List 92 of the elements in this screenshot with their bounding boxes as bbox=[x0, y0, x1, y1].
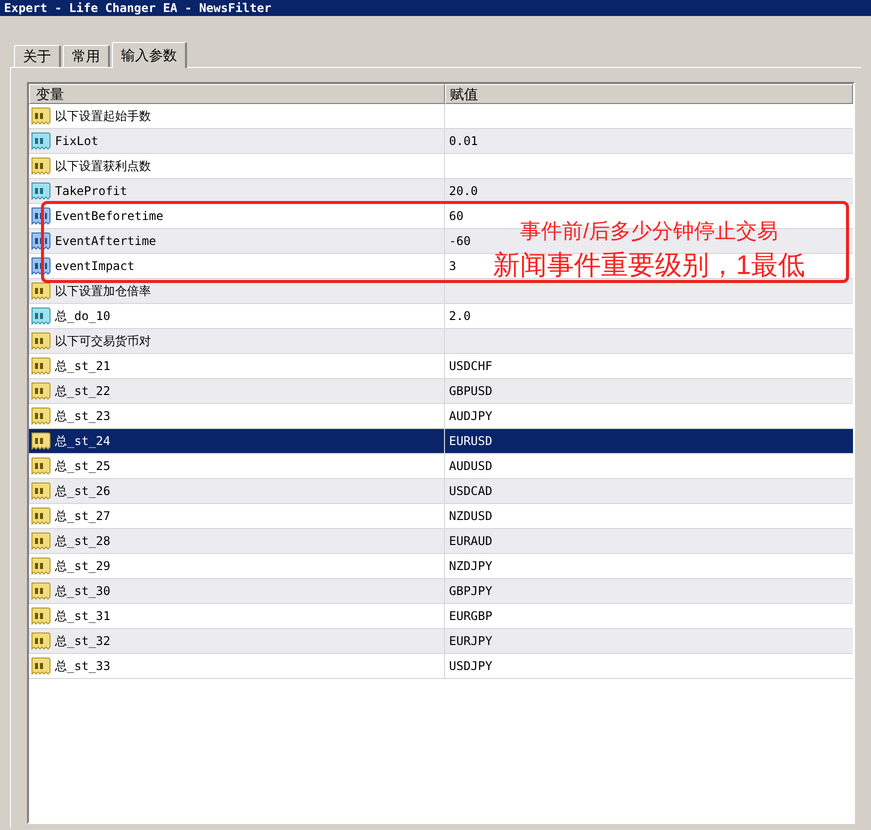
variable-name: FixLot bbox=[55, 133, 98, 150]
text-type-icon bbox=[31, 557, 51, 575]
variable-name: 以下设置获利点数 bbox=[55, 158, 151, 175]
column-header[interactable]: 变量 bbox=[29, 84, 445, 104]
parameter-name-cell[interactable]: EventBeforetime bbox=[29, 204, 445, 228]
variable-name: TakeProfit bbox=[55, 183, 128, 200]
parameter-name-cell[interactable]: 总_st_28 bbox=[29, 529, 445, 553]
parameter-name-cell[interactable]: 总_st_32 bbox=[29, 629, 445, 653]
parameter-value: 60 bbox=[449, 208, 464, 225]
parameter-value: NZDUSD bbox=[449, 508, 492, 525]
parameter-name-cell[interactable]: 总_st_21 bbox=[29, 354, 445, 378]
parameter-name-cell[interactable]: 总_st_29 bbox=[29, 554, 445, 578]
parameter-name-cell[interactable]: 总_st_25 bbox=[29, 454, 445, 478]
parameter-name-cell[interactable]: 以下设置起始手数 bbox=[29, 104, 445, 128]
parameter-value: EURUSD bbox=[449, 433, 492, 450]
parameter-name-cell[interactable]: EventAftertime bbox=[29, 229, 445, 253]
text-type-icon bbox=[31, 282, 51, 300]
text-type-icon bbox=[31, 332, 51, 350]
variable-name: 总_st_22 bbox=[55, 383, 110, 400]
parameter-value: USDJPY bbox=[449, 658, 492, 675]
fraction-type-icon bbox=[31, 307, 51, 325]
parameter-name-cell[interactable]: 总_st_27 bbox=[29, 504, 445, 528]
parameter-value: 2.0 bbox=[449, 308, 471, 325]
text-type-icon bbox=[31, 582, 51, 600]
variable-name: 总_do_10 bbox=[55, 308, 110, 325]
tab[interactable]: 关于 bbox=[14, 45, 61, 67]
parameter-name-cell[interactable]: 总_st_22 bbox=[29, 379, 445, 403]
variable-name: 总_st_26 bbox=[55, 483, 110, 500]
parameter-value: 0.01 bbox=[449, 133, 478, 150]
parameter-value: AUDJPY bbox=[449, 408, 492, 425]
text-type-icon bbox=[31, 507, 51, 525]
text-type-icon bbox=[31, 432, 51, 450]
text-type-icon bbox=[31, 382, 51, 400]
text-type-icon bbox=[31, 532, 51, 550]
parameter-value: GBPJPY bbox=[449, 583, 492, 600]
text-type-icon bbox=[31, 632, 51, 650]
variable-name: 总_st_31 bbox=[55, 608, 110, 625]
parameter-name-cell[interactable]: FixLot bbox=[29, 129, 445, 153]
variable-name: 总_st_27 bbox=[55, 508, 110, 525]
parameter-name-cell[interactable]: 总_st_24 bbox=[29, 429, 445, 453]
text-type-icon bbox=[31, 657, 51, 675]
annotation-text: 事件前/后多少分钟停止交易 bbox=[520, 219, 778, 245]
variable-name: 总_st_33 bbox=[55, 658, 110, 675]
parameter-value: EURGBP bbox=[449, 608, 492, 625]
variable-name: 总_st_29 bbox=[55, 558, 110, 575]
tab[interactable]: 常用 bbox=[63, 45, 110, 67]
column-header[interactable]: 赋值 bbox=[445, 84, 853, 104]
variable-name: 以下设置加仓倍率 bbox=[55, 283, 151, 300]
parameter-value: NZDJPY bbox=[449, 558, 492, 575]
parameter-value: USDCHF bbox=[449, 358, 492, 375]
parameter-value: 20.0 bbox=[449, 183, 478, 200]
variable-name: 总_st_21 bbox=[55, 358, 110, 375]
parameter-value: 3 bbox=[449, 258, 456, 275]
parameter-name-cell[interactable]: TakeProfit bbox=[29, 179, 445, 203]
variable-name: EventAftertime bbox=[55, 233, 156, 250]
variable-name: 总_st_25 bbox=[55, 458, 110, 475]
variable-name: 总_st_23 bbox=[55, 408, 110, 425]
parameter-name-cell[interactable]: 以下可交易货币对 bbox=[29, 329, 445, 353]
parameter-name-cell[interactable]: 总_st_30 bbox=[29, 579, 445, 603]
parameter-name-cell[interactable]: 以下设置获利点数 bbox=[29, 154, 445, 178]
variable-name: 以下可交易货币对 bbox=[55, 333, 151, 350]
parameter-name-cell[interactable]: 总_st_23 bbox=[29, 404, 445, 428]
parameter-value: USDCAD bbox=[449, 483, 492, 500]
variable-name: 总_st_24 bbox=[55, 433, 110, 450]
parameter-value: GBPUSD bbox=[449, 383, 492, 400]
text-type-icon bbox=[31, 482, 51, 500]
variable-name: 以下设置起始手数 bbox=[55, 108, 151, 125]
text-type-icon bbox=[31, 357, 51, 375]
variable-name: 总_st_30 bbox=[55, 583, 110, 600]
text-type-icon bbox=[31, 157, 51, 175]
variable-name: 总_st_32 bbox=[55, 633, 110, 650]
fraction-type-icon bbox=[31, 182, 51, 200]
fraction-type-icon bbox=[31, 132, 51, 150]
parameter-name-cell[interactable]: 总_st_33 bbox=[29, 654, 445, 678]
text-type-icon bbox=[31, 107, 51, 125]
parameter-name-cell[interactable]: 总_st_31 bbox=[29, 604, 445, 628]
variable-name: EventBeforetime bbox=[55, 208, 164, 225]
tab[interactable]: 输入参数 bbox=[112, 42, 187, 68]
parameter-name-cell[interactable]: 总_do_10 bbox=[29, 304, 445, 328]
text-type-icon bbox=[31, 407, 51, 425]
window-title: Expert - Life Changer EA - NewsFilter bbox=[4, 2, 272, 14]
parameter-value: -60 bbox=[449, 233, 471, 250]
annotation-text: 新闻事件重要级别，1最低 bbox=[492, 249, 806, 282]
text-type-icon bbox=[31, 457, 51, 475]
parameter-value: AUDUSD bbox=[449, 458, 492, 475]
text-type-icon bbox=[31, 607, 51, 625]
variable-name: 总_st_28 bbox=[55, 533, 110, 550]
parameter-name-cell[interactable]: 总_st_26 bbox=[29, 479, 445, 503]
parameter-name-cell[interactable]: eventImpact bbox=[29, 254, 445, 278]
parameter-value: EURJPY bbox=[449, 633, 492, 650]
parameter-value: EURAUD bbox=[449, 533, 492, 550]
variable-name: eventImpact bbox=[55, 258, 134, 275]
